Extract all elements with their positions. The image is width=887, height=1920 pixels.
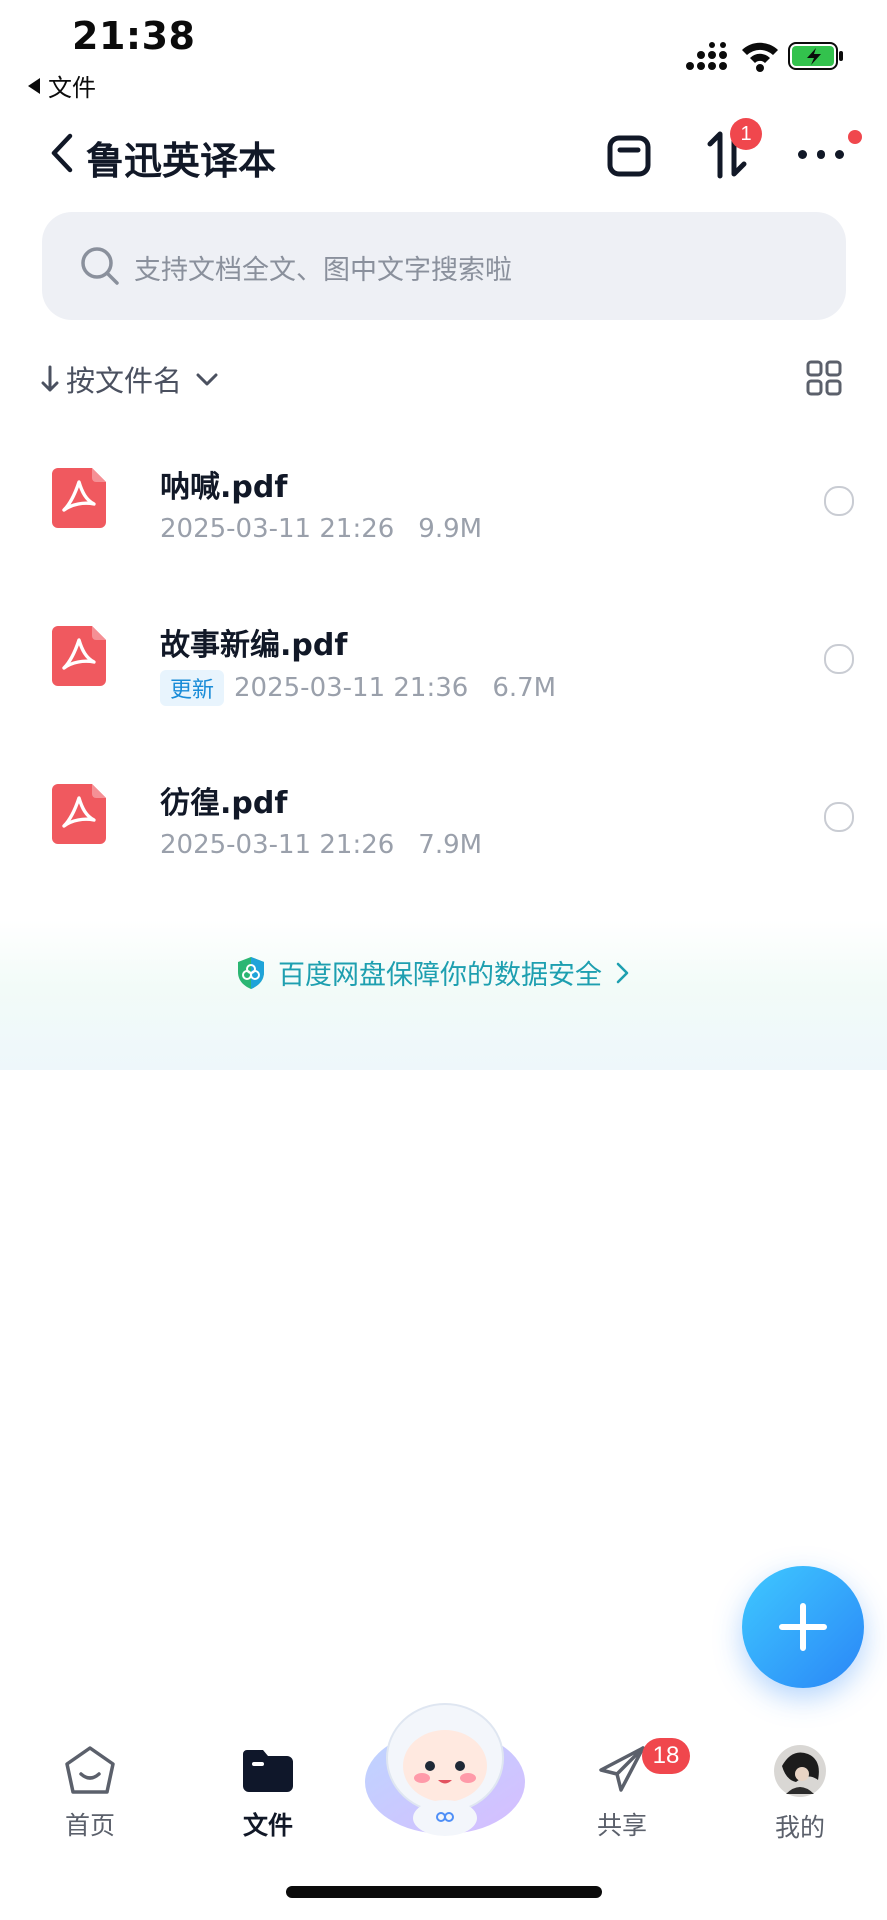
- back-app-label: 文件: [48, 74, 96, 102]
- shield-icon: [238, 956, 264, 989]
- battery-charging-icon: [788, 42, 843, 70]
- avatar: [774, 1745, 826, 1797]
- sort-dropdown[interactable]: 按文件名: [40, 358, 220, 400]
- paper-plane-icon: [599, 1746, 645, 1792]
- notification-dot: [848, 130, 862, 144]
- tab-me[interactable]: 我的: [730, 1744, 870, 1844]
- file-row[interactable]: 彷徨.pdf 2025-03-11 21:26 7.9M: [0, 736, 887, 894]
- wifi-icon: [742, 42, 778, 72]
- transfer-count-badge: 1: [730, 118, 762, 150]
- tab-files-label: 文件: [242, 1811, 293, 1840]
- file-size: 7.9M: [418, 830, 483, 860]
- sort-label: 按文件名: [66, 364, 183, 398]
- select-radio[interactable]: [824, 486, 854, 516]
- file-size: 6.7M: [492, 673, 557, 703]
- archive-box-icon[interactable]: [606, 130, 652, 178]
- security-banner-bg: [0, 920, 887, 1070]
- select-radio[interactable]: [824, 644, 854, 674]
- tab-files[interactable]: 文件: [198, 1744, 338, 1842]
- file-row[interactable]: 呐喊.pdf 2025-03-11 21:26 9.9M: [0, 420, 887, 578]
- cellular-signal-icon: [686, 42, 727, 70]
- file-date: 2025-03-11 21:26: [160, 514, 395, 544]
- security-text: 百度网盘保障你的数据安全: [278, 960, 602, 991]
- tab-home-label: 首页: [64, 1811, 115, 1840]
- file-date: 2025-03-11 21:36: [234, 673, 469, 703]
- back-triangle-icon: [28, 77, 40, 94]
- home-indicator: [286, 1886, 602, 1898]
- page-title: 鲁迅英译本: [86, 139, 277, 183]
- tab-share-label: 共享: [596, 1811, 647, 1840]
- add-button[interactable]: [742, 1566, 864, 1688]
- grid-view-icon[interactable]: [806, 360, 842, 396]
- file-size: 9.9M: [418, 514, 483, 544]
- search-icon: [81, 247, 119, 285]
- select-radio[interactable]: [824, 802, 854, 832]
- chevron-down-icon: [196, 373, 218, 386]
- file-name: 故事新编.pdf: [160, 628, 348, 663]
- pdf-file-icon: [52, 784, 106, 844]
- security-banner-link[interactable]: 百度网盘保障你的数据安全: [236, 953, 630, 992]
- search-placeholder: 支持文档全文、图中文字搜索啦: [134, 255, 512, 286]
- share-count-badge: 18: [642, 1738, 690, 1774]
- mascot-icon: [365, 1703, 525, 1836]
- ai-assistant-mascot-button[interactable]: [362, 1700, 528, 1840]
- pdf-file-icon: [52, 626, 106, 686]
- folder-icon: [243, 1750, 293, 1792]
- back-chevron-icon[interactable]: [48, 132, 76, 174]
- plus-icon: [779, 1603, 827, 1651]
- sort-arrow-down-icon: [41, 365, 59, 392]
- back-to-app-link[interactable]: 文件: [28, 68, 96, 103]
- status-time: 21:38: [72, 14, 196, 58]
- more-options-icon[interactable]: [798, 150, 845, 160]
- file-name: 呐喊.pdf: [160, 470, 288, 505]
- home-icon: [65, 1746, 115, 1794]
- file-name: 彷徨.pdf: [160, 786, 288, 821]
- file-row[interactable]: 故事新编.pdf 更新 2025-03-11 21:36 6.7M: [0, 578, 887, 736]
- tab-me-label: 我的: [774, 1813, 825, 1842]
- updated-tag: 更新: [160, 670, 225, 706]
- tab-home[interactable]: 首页: [20, 1744, 160, 1842]
- file-date: 2025-03-11 21:26: [160, 830, 395, 860]
- pdf-file-icon: [52, 468, 106, 528]
- chevron-right-icon: [616, 962, 629, 983]
